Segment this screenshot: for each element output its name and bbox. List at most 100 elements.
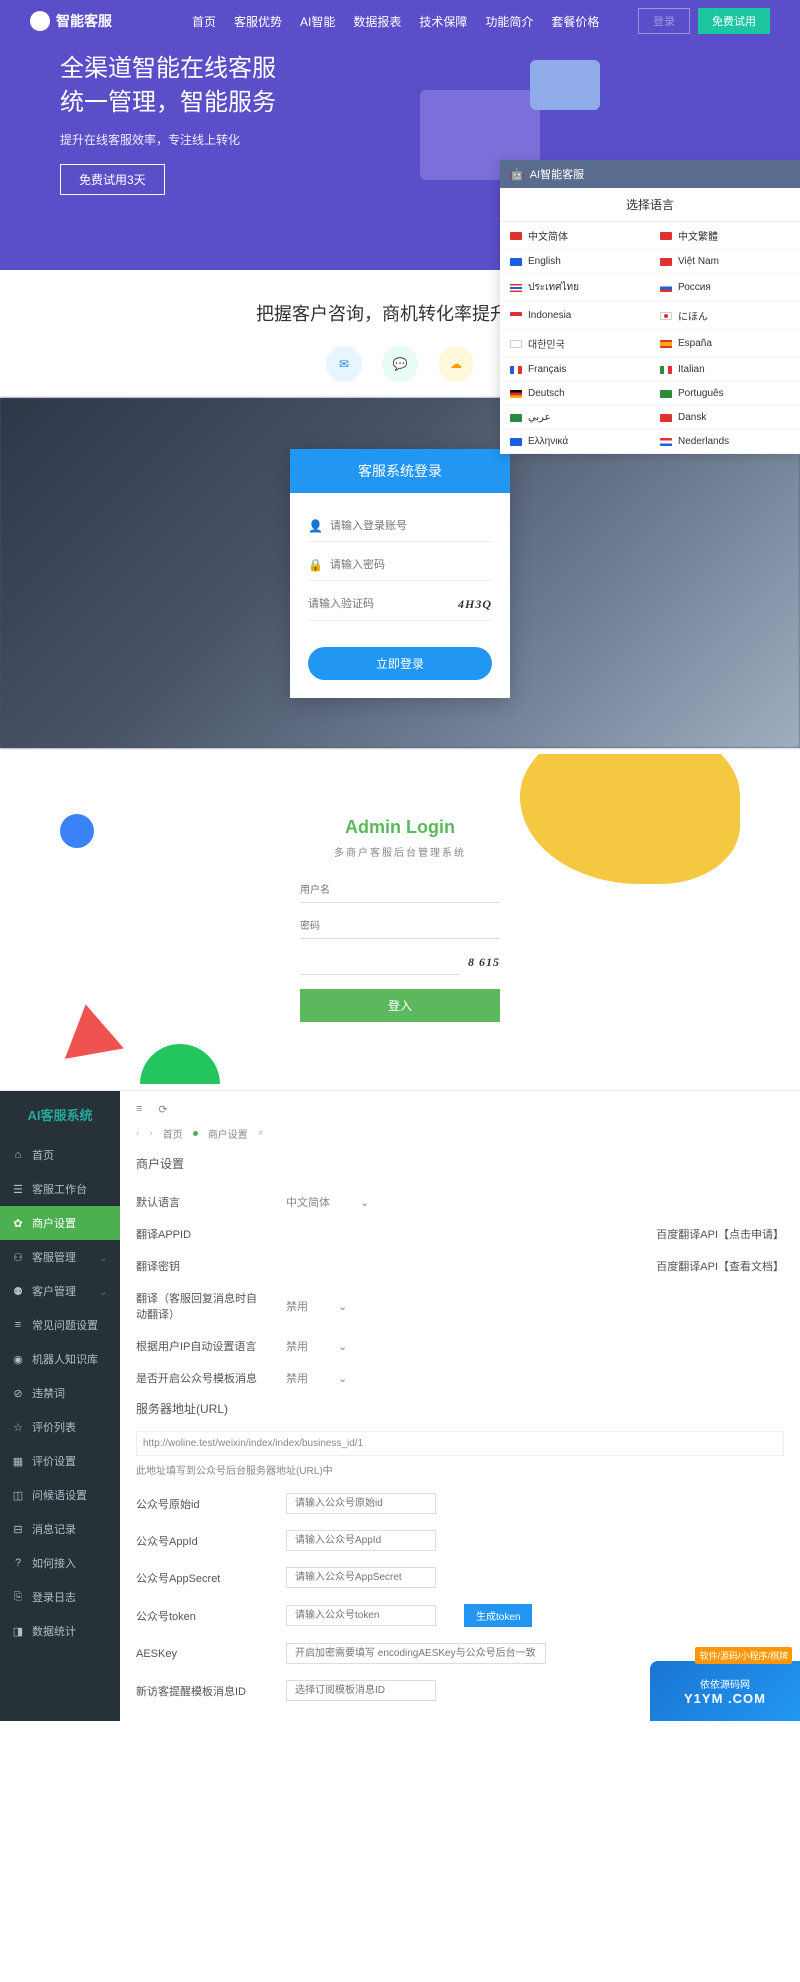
lang-item-17[interactable]: Nederlands	[650, 430, 800, 454]
refresh-icon[interactable]: ⟳	[158, 1103, 167, 1116]
sidebar-icon: ☆	[12, 1421, 24, 1434]
sidebar-item-13[interactable]: ⎘登录日志	[0, 1580, 120, 1614]
sidebar-item-12[interactable]: ?如何接入	[0, 1546, 120, 1580]
login-captcha-input[interactable]	[308, 598, 450, 610]
sidebar-label: 客服管理	[32, 1249, 76, 1265]
lang-item-13[interactable]: Português	[650, 382, 800, 406]
lang-label: Россия	[678, 282, 711, 293]
row-auto-translate: 翻译（客服回复消息时自动翻译） 禁用⌄	[136, 1282, 784, 1330]
admin-card: Admin Login 多商户客服后台管理系统 8 615 登入	[300, 817, 500, 1022]
lang-item-5[interactable]: Россия	[650, 274, 800, 302]
wechat-icon: 💬	[382, 346, 418, 382]
sidebar-item-8[interactable]: ☆评价列表	[0, 1410, 120, 1444]
nav-tech[interactable]: 技术保障	[419, 13, 467, 30]
login-submit-button[interactable]: 立即登录	[308, 647, 492, 680]
sidebar-item-7[interactable]: ⊘违禁词	[0, 1376, 120, 1410]
logo[interactable]: 智能客服	[30, 11, 112, 31]
nav-home[interactable]: 首页	[192, 13, 216, 30]
lang-item-14[interactable]: عربي	[500, 406, 650, 430]
sidebar-item-5[interactable]: ≡常见问题设置	[0, 1308, 120, 1342]
lang-item-6[interactable]: Indonesia	[500, 302, 650, 330]
lang-item-3[interactable]: Việt Nam	[650, 250, 800, 274]
lang-label: にほん	[678, 308, 708, 323]
label-default-lang: 默认语言	[136, 1194, 266, 1210]
sidebar-item-6[interactable]: ◉机器人知识库	[0, 1342, 120, 1376]
nav-back-icon[interactable]: ‹	[136, 1128, 139, 1139]
nav-forward-icon[interactable]: ›	[149, 1128, 152, 1139]
lang-item-1[interactable]: 中文繁體	[650, 222, 800, 250]
flag-icon	[660, 340, 672, 348]
input-template-id[interactable]	[286, 1680, 436, 1701]
lang-item-0[interactable]: 中文简体	[500, 222, 650, 250]
sidebar-label: 消息记录	[32, 1521, 76, 1537]
generate-token-button[interactable]: 生成token	[464, 1604, 532, 1627]
sidebar-icon: ✿	[12, 1217, 24, 1230]
lang-item-12[interactable]: Deutsch	[500, 382, 650, 406]
nav-reports[interactable]: 数据报表	[353, 13, 401, 30]
breadcrumb-home[interactable]: 首页	[163, 1126, 183, 1141]
sidebar-icon: ◫	[12, 1489, 24, 1502]
input-orig-id[interactable]	[286, 1493, 436, 1514]
select-default-lang[interactable]: 中文简体⌄	[286, 1194, 369, 1210]
lang-item-2[interactable]: English	[500, 250, 650, 274]
admin-user-input[interactable]	[300, 879, 500, 903]
sidebar: AI客服系统 ⌂首页☰客服工作台✿商户设置⚇客服管理⌄⚉客户管理⌄≡常见问题设置…	[0, 1091, 120, 1721]
nav-login-button[interactable]: 登录	[638, 8, 690, 34]
lang-item-15[interactable]: Dansk	[650, 406, 800, 430]
nav-ai[interactable]: AI智能	[300, 13, 335, 30]
sidebar-item-10[interactable]: ◫问候语设置	[0, 1478, 120, 1512]
lang-item-16[interactable]: Ελληνικά	[500, 430, 650, 454]
lang-item-4[interactable]: ประเทศไทย	[500, 274, 650, 302]
menu-toggle-icon[interactable]: ≡	[136, 1103, 142, 1116]
admin-submit-button[interactable]: 登入	[300, 989, 500, 1022]
admin-captcha-image[interactable]: 8 615	[468, 955, 500, 970]
label-secret: 翻译密钥	[136, 1258, 266, 1274]
lang-item-10[interactable]: Français	[500, 358, 650, 382]
lang-item-8[interactable]: 대한민국	[500, 330, 650, 358]
login-pass-input[interactable]	[330, 559, 492, 571]
watermark: 软件/源码/小程序/棋牌 依依源码网 Y1YM .COM	[650, 1661, 800, 1721]
nav-advantage[interactable]: 客服优势	[234, 13, 282, 30]
select-ip-lang[interactable]: 禁用⌄	[286, 1338, 347, 1354]
nav-right: 登录 免费试用	[638, 8, 770, 34]
label-ip-lang: 根据用户IP自动设置语言	[136, 1338, 266, 1354]
row-wx-appid: 公众号AppId	[136, 1522, 784, 1559]
link-baidu-apply[interactable]: 百度翻译API【点击申请】	[656, 1226, 784, 1242]
sidebar-item-3[interactable]: ⚇客服管理⌄	[0, 1240, 120, 1274]
input-aeskey[interactable]	[286, 1643, 546, 1664]
nav-features[interactable]: 功能简介	[485, 13, 533, 30]
admin-captcha-row: 8 615	[300, 951, 500, 975]
sidebar-item-1[interactable]: ☰客服工作台	[0, 1172, 120, 1206]
admin-captcha-input[interactable]	[300, 951, 460, 975]
login-captcha-row: 4H3Q	[308, 589, 492, 621]
lang-item-7[interactable]: にほん	[650, 302, 800, 330]
label-wx-appsecret: 公众号AppSecret	[136, 1570, 266, 1586]
admin-pass-input[interactable]	[300, 915, 500, 939]
captcha-image[interactable]: 4H3Q	[458, 597, 492, 612]
link-baidu-docs[interactable]: 百度翻译API【查看文档】	[656, 1258, 784, 1274]
login-user-input[interactable]	[330, 520, 492, 532]
input-wx-appsecret[interactable]	[286, 1567, 436, 1588]
label-aeskey: AESKey	[136, 1648, 266, 1660]
lang-item-9[interactable]: España	[650, 330, 800, 358]
sidebar-item-0[interactable]: ⌂首页	[0, 1138, 120, 1172]
server-url-box[interactable]: http://woline.test/weixin/index/index/bu…	[136, 1431, 784, 1456]
admin-login-section: Admin Login 多商户客服后台管理系统 8 615 登入	[0, 754, 800, 1084]
nav-pricing[interactable]: 套餐价格	[551, 13, 599, 30]
input-wx-appid[interactable]	[286, 1530, 436, 1551]
sidebar-item-11[interactable]: ⊟消息记录	[0, 1512, 120, 1546]
free-trial-button[interactable]: 免费试用3天	[60, 164, 165, 195]
sidebar-item-14[interactable]: ◨数据统计	[0, 1614, 120, 1648]
sidebar-item-2[interactable]: ✿商户设置	[0, 1206, 120, 1240]
lang-label: Deutsch	[528, 388, 565, 399]
close-tab-icon[interactable]: ×	[258, 1128, 264, 1139]
select-wx-template[interactable]: 禁用⌄	[286, 1370, 347, 1386]
nav-trial-button[interactable]: 免费试用	[698, 8, 770, 34]
lang-item-11[interactable]: Italian	[650, 358, 800, 382]
flag-icon	[660, 312, 672, 320]
sidebar-item-9[interactable]: ▦评价设置	[0, 1444, 120, 1478]
sidebar-item-4[interactable]: ⚉客户管理⌄	[0, 1274, 120, 1308]
input-wx-token[interactable]	[286, 1605, 436, 1626]
row-default-lang: 默认语言 中文简体⌄	[136, 1186, 784, 1218]
select-auto-translate[interactable]: 禁用⌄	[286, 1298, 347, 1314]
